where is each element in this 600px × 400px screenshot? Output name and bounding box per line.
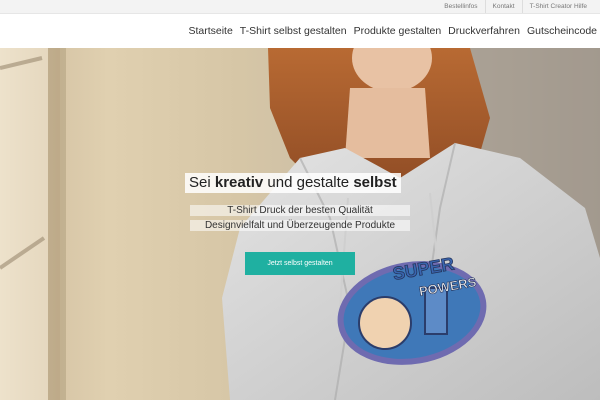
hero-subline-design: Designvielfalt und Überzeugende Produkte xyxy=(190,220,410,231)
cta-button-gestalten[interactable]: Jetzt selbst gestalten xyxy=(245,252,355,275)
utility-link-creator-hilfe[interactable]: T-Shirt Creator Hilfe xyxy=(521,0,594,13)
nav-item-druckverfahren[interactable]: Druckverfahren xyxy=(444,25,523,37)
hero-headline: Sei kreativ und gestalte selbst xyxy=(185,173,401,193)
hero-banner: SUPER POWERS Sei kreativ und gestalte se… xyxy=(0,48,600,400)
nav-item-produkte-gestalten[interactable]: Produkte gestalten xyxy=(350,25,445,37)
nav-item-gutscheincode[interactable]: Gutscheincode xyxy=(523,25,600,37)
utility-links: Bestellinfos Kontakt T-Shirt Creator Hil… xyxy=(437,0,594,13)
nav-item-tshirt-gestalten[interactable]: T-Shirt selbst gestalten xyxy=(236,25,350,37)
headline-emphasis-selbst: selbst xyxy=(353,174,397,191)
main-navigation: Startseite T-Shirt selbst gestalten Prod… xyxy=(0,14,600,48)
hero-subline-quality: T-Shirt Druck der besten Qualität xyxy=(190,205,410,216)
nav-menu: Startseite T-Shirt selbst gestalten Prod… xyxy=(184,14,600,48)
utility-link-bestellinfos[interactable]: Bestellinfos xyxy=(437,0,484,13)
nav-item-startseite[interactable]: Startseite xyxy=(184,25,235,37)
utility-link-kontakt[interactable]: Kontakt xyxy=(484,0,522,13)
top-utility-bar: Bestellinfos Kontakt T-Shirt Creator Hil… xyxy=(0,0,600,14)
headline-emphasis-kreativ: kreativ xyxy=(214,174,264,191)
